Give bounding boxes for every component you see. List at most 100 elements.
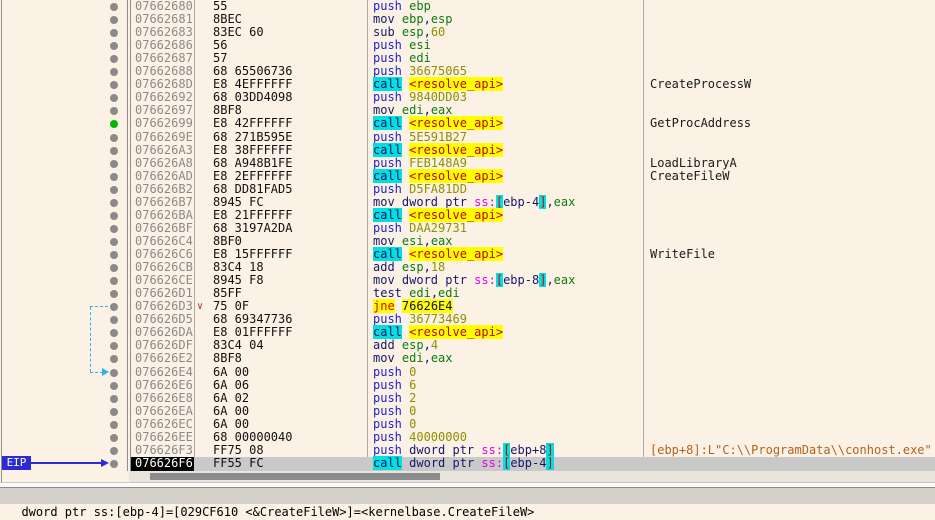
instruction-token: eax	[431, 103, 453, 117]
breakpoint-dot[interactable]	[110, 395, 118, 403]
breakpoint-dot[interactable]	[110, 3, 118, 11]
instruction-comment: CreateProcessW	[650, 78, 751, 91]
instruction-token: push	[373, 182, 409, 196]
instruction-token: ,	[424, 12, 431, 26]
breakpoint-dot[interactable]	[110, 382, 118, 390]
instruction-token: mov	[373, 234, 402, 248]
instruction-token: <resolve_api>	[409, 247, 503, 261]
breakpoint-dot[interactable]	[110, 277, 118, 285]
instruction-token: edi	[402, 351, 424, 365]
instruction-comment: WriteFile	[650, 248, 715, 261]
breakpoint-dot[interactable]	[110, 225, 118, 233]
instruction-token: add	[373, 260, 402, 274]
breakpoint-dot[interactable]	[110, 16, 118, 24]
breakpoint-dot[interactable]	[110, 186, 118, 194]
breakpoint-dot[interactable]	[110, 68, 118, 76]
instruction-token: 60	[431, 25, 445, 39]
instruction-token: 36675065	[409, 64, 467, 78]
breakpoint-dot[interactable]	[110, 81, 118, 89]
breakpoint-dot[interactable]	[110, 120, 118, 128]
instruction-token: eax	[431, 351, 453, 365]
instruction-token: push	[373, 38, 409, 52]
instruction-token: esp	[402, 25, 424, 39]
instruction-token: mov dword ptr	[373, 273, 474, 287]
instruction-token: esp	[431, 12, 453, 26]
breakpoint-dot[interactable]	[110, 55, 118, 63]
breakpoint-dot[interactable]	[110, 342, 118, 350]
breakpoint-dot[interactable]	[110, 290, 118, 298]
instruction-token: call	[373, 208, 402, 222]
instruction-token: 5E591B27	[409, 130, 467, 144]
breakpoint-dot[interactable]	[110, 316, 118, 324]
instruction-token: push	[373, 430, 409, 444]
instruction-token: push	[373, 443, 409, 457]
instruction-token: ss:	[481, 443, 503, 457]
instruction-token: push	[373, 130, 409, 144]
breakpoint-dot[interactable]	[110, 329, 118, 337]
instruction-token: call	[373, 143, 402, 157]
instruction-token: <resolve_api>	[409, 116, 503, 130]
breakpoint-dot[interactable]	[110, 447, 118, 455]
instruction-token: edi	[409, 286, 431, 300]
breakpoint-dot[interactable]	[110, 251, 118, 259]
instruction-token: 0	[409, 417, 416, 431]
jump-arrowhead-icon	[102, 368, 109, 376]
instruction-token: 76626E4	[402, 299, 453, 313]
instruction-token: FEB148A9	[409, 156, 467, 170]
debugger-disassembly-view: { "view": { "title": "disassembly" }, "t…	[0, 0, 935, 504]
instruction-address: 076626F6	[135, 457, 193, 470]
breakpoint-dot[interactable]	[110, 199, 118, 207]
instruction-token: DAA29731	[409, 221, 467, 235]
breakpoint-dot[interactable]	[110, 173, 118, 181]
breakpoint-dot[interactable]	[110, 238, 118, 246]
instruction-token: ss:	[474, 273, 496, 287]
instruction-token: call	[373, 116, 402, 130]
instruction-token: push	[373, 391, 409, 405]
instruction-token: esp	[402, 338, 424, 352]
breakpoint-dot[interactable]	[110, 264, 118, 272]
jump-line-top	[90, 306, 108, 307]
instruction-token: eax	[554, 195, 576, 209]
status-bar-text: dword ptr ss:[ebp-4]=[029CF610 <&CreateF…	[21, 505, 534, 519]
breakpoint-dot[interactable]	[110, 42, 118, 50]
instruction-comment: [ebp+8]:L"C:\\ProgramData\\conhost.exe"	[650, 444, 932, 457]
instruction-token: add	[373, 338, 402, 352]
breakpoint-dot[interactable]	[110, 29, 118, 37]
instruction-token: ebp+8	[510, 443, 546, 457]
eip-arrowhead-icon	[101, 459, 109, 467]
instruction-token: push	[373, 221, 409, 235]
instruction-token: eax	[554, 273, 576, 287]
instruction-token: ,	[431, 286, 438, 300]
instruction-address: 076626E2	[135, 352, 193, 365]
instruction-token: call	[373, 247, 402, 261]
disassembly-row[interactable]: 076626F6FF55 FCcall dword ptr ss:[ebp-4]	[0, 457, 935, 470]
breakpoint-dot[interactable]	[110, 421, 118, 429]
instruction-token: esi	[402, 234, 424, 248]
horizontal-scrollbar-thumb[interactable]	[150, 473, 440, 480]
instruction-token: test	[373, 286, 409, 300]
instruction-token: 4	[431, 338, 438, 352]
breakpoint-dot[interactable]	[110, 147, 118, 155]
breakpoint-dot[interactable]	[110, 107, 118, 115]
instruction-token: ,	[424, 25, 431, 39]
breakpoint-dot[interactable]	[110, 460, 118, 468]
instruction-token: push	[373, 51, 409, 65]
instruction-token: push	[373, 365, 409, 379]
breakpoint-dot[interactable]	[110, 160, 118, 168]
instruction-token: <resolve_api>	[409, 77, 503, 91]
disassembly-row[interactable]: 076626E28BF8mov edi,eax	[0, 352, 935, 365]
breakpoint-dot[interactable]	[110, 134, 118, 142]
instruction-token: esp	[402, 260, 424, 274]
horizontal-scrollbar-track[interactable]	[129, 471, 935, 482]
breakpoint-dot[interactable]	[110, 369, 118, 377]
breakpoint-dot[interactable]	[110, 94, 118, 102]
breakpoint-dot[interactable]	[110, 303, 118, 311]
instruction-token: push	[373, 156, 409, 170]
breakpoint-dot[interactable]	[110, 355, 118, 363]
breakpoint-dot[interactable]	[110, 212, 118, 220]
breakpoint-dot[interactable]	[110, 434, 118, 442]
instruction-token: push	[373, 312, 409, 326]
instruction-token: sub	[373, 25, 402, 39]
disassembly-row[interactable]: 07662699E8 42FFFFFFcall <resolve_api>Get…	[0, 117, 935, 130]
breakpoint-dot[interactable]	[110, 408, 118, 416]
